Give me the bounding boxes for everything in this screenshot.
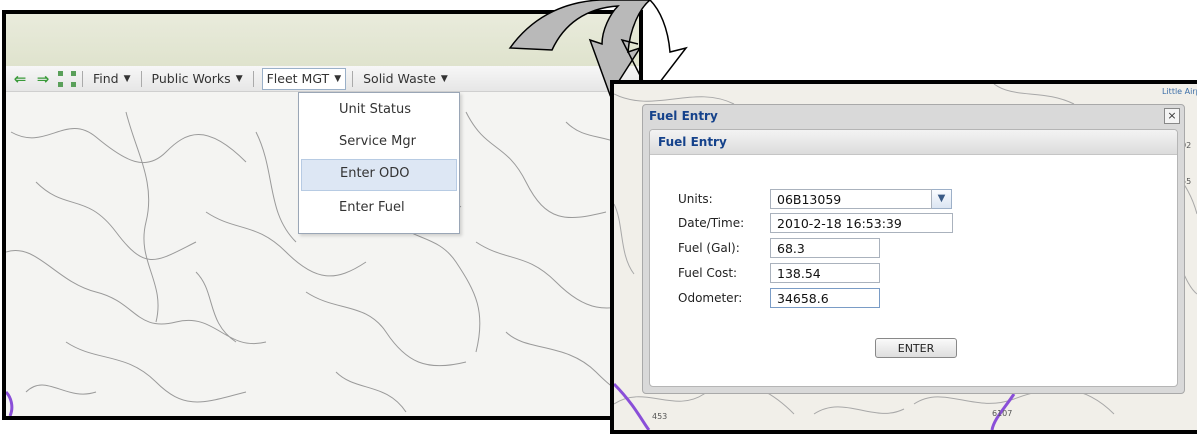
menu-solid-waste[interactable]: Solid Waste ▼ [359,69,452,89]
fuel-gal-field[interactable]: 68.3 [770,238,880,258]
fuel-cost-field[interactable]: 138.54 [770,263,880,283]
toolbar-separator [352,70,354,87]
close-icon[interactable]: × [1164,108,1180,124]
caret-down-icon: ▼ [334,73,342,84]
fuel-gal-label: Fuel (Gal): [678,241,740,255]
window-title: Fuel Entry [649,109,718,123]
units-field[interactable]: 06B13059 [770,189,932,209]
panel-title: Fuel Entry [650,130,1177,155]
full-extent-icon[interactable] [58,70,76,87]
back-arrow-icon[interactable]: ⇐ [11,70,29,88]
chevron-down-icon[interactable]: ▼ [932,189,952,209]
menu-find[interactable]: Find ▼ [89,69,135,89]
menu-fleet-mgt-label: Fleet MGT [266,71,330,86]
menu-item-enter-odo[interactable]: Enter ODO [301,159,457,191]
menu-item-unit-status[interactable]: Unit Status [301,95,457,125]
odometer-field[interactable]: 34658.6 [770,288,880,308]
caret-down-icon: ▼ [235,73,243,84]
menu-fleet-mgt[interactable]: Fleet MGT ▼ [261,67,347,90]
odometer-label: Odometer: [678,291,743,305]
fuel-entry-window: Fuel Entry × Fuel Entry Units: 06B13059 … [642,104,1185,394]
fuel-cost-row: Fuel Cost: 138.54 [678,262,880,284]
toolbar-separator [252,70,254,87]
map-label-top-right: Little Airpo [1162,87,1197,96]
menu-public-works[interactable]: Public Works ▼ [148,69,247,89]
menu-solid-waste-label: Solid Waste [363,71,436,86]
forward-arrow-icon[interactable]: ⇒ [34,70,52,88]
map-label-bottom-left: 453 [652,412,667,421]
menu-public-works-label: Public Works [151,71,231,86]
map-label-bottom-mid: 6107 [992,409,1012,418]
caret-down-icon: ▼ [123,73,131,84]
right-screenshot: Little Airpo 092 55 453 6107 Fuel Entry … [610,80,1197,434]
datetime-field[interactable]: 2010-2-18 16:53:39 [770,213,953,233]
fleet-mgt-dropdown: Unit Status Service Mgr Enter ODO Enter … [298,92,460,234]
units-row: Units: 06B13059 ▼ [678,188,952,210]
enter-button[interactable]: ENTER [875,338,957,358]
datetime-label: Date/Time: [678,216,745,230]
fuel-gal-row: Fuel (Gal): 68.3 [678,237,880,259]
units-combo[interactable]: 06B13059 ▼ [770,189,952,209]
datetime-row: Date/Time: 2010-2-18 16:53:39 [678,212,953,234]
odometer-row: Odometer: 34658.6 [678,287,880,309]
toolbar-separator [82,70,83,87]
fuel-cost-label: Fuel Cost: [678,266,738,280]
caret-down-icon: ▼ [440,73,448,84]
menu-item-enter-fuel[interactable]: Enter Fuel [301,193,457,223]
fuel-entry-panel: Fuel Entry Units: 06B13059 ▼ Date/Time: … [649,129,1178,387]
toolbar-separator [140,70,142,87]
units-label: Units: [678,192,713,206]
menu-item-service-mgr[interactable]: Service Mgr [301,127,457,157]
menu-find-label: Find [93,71,119,86]
